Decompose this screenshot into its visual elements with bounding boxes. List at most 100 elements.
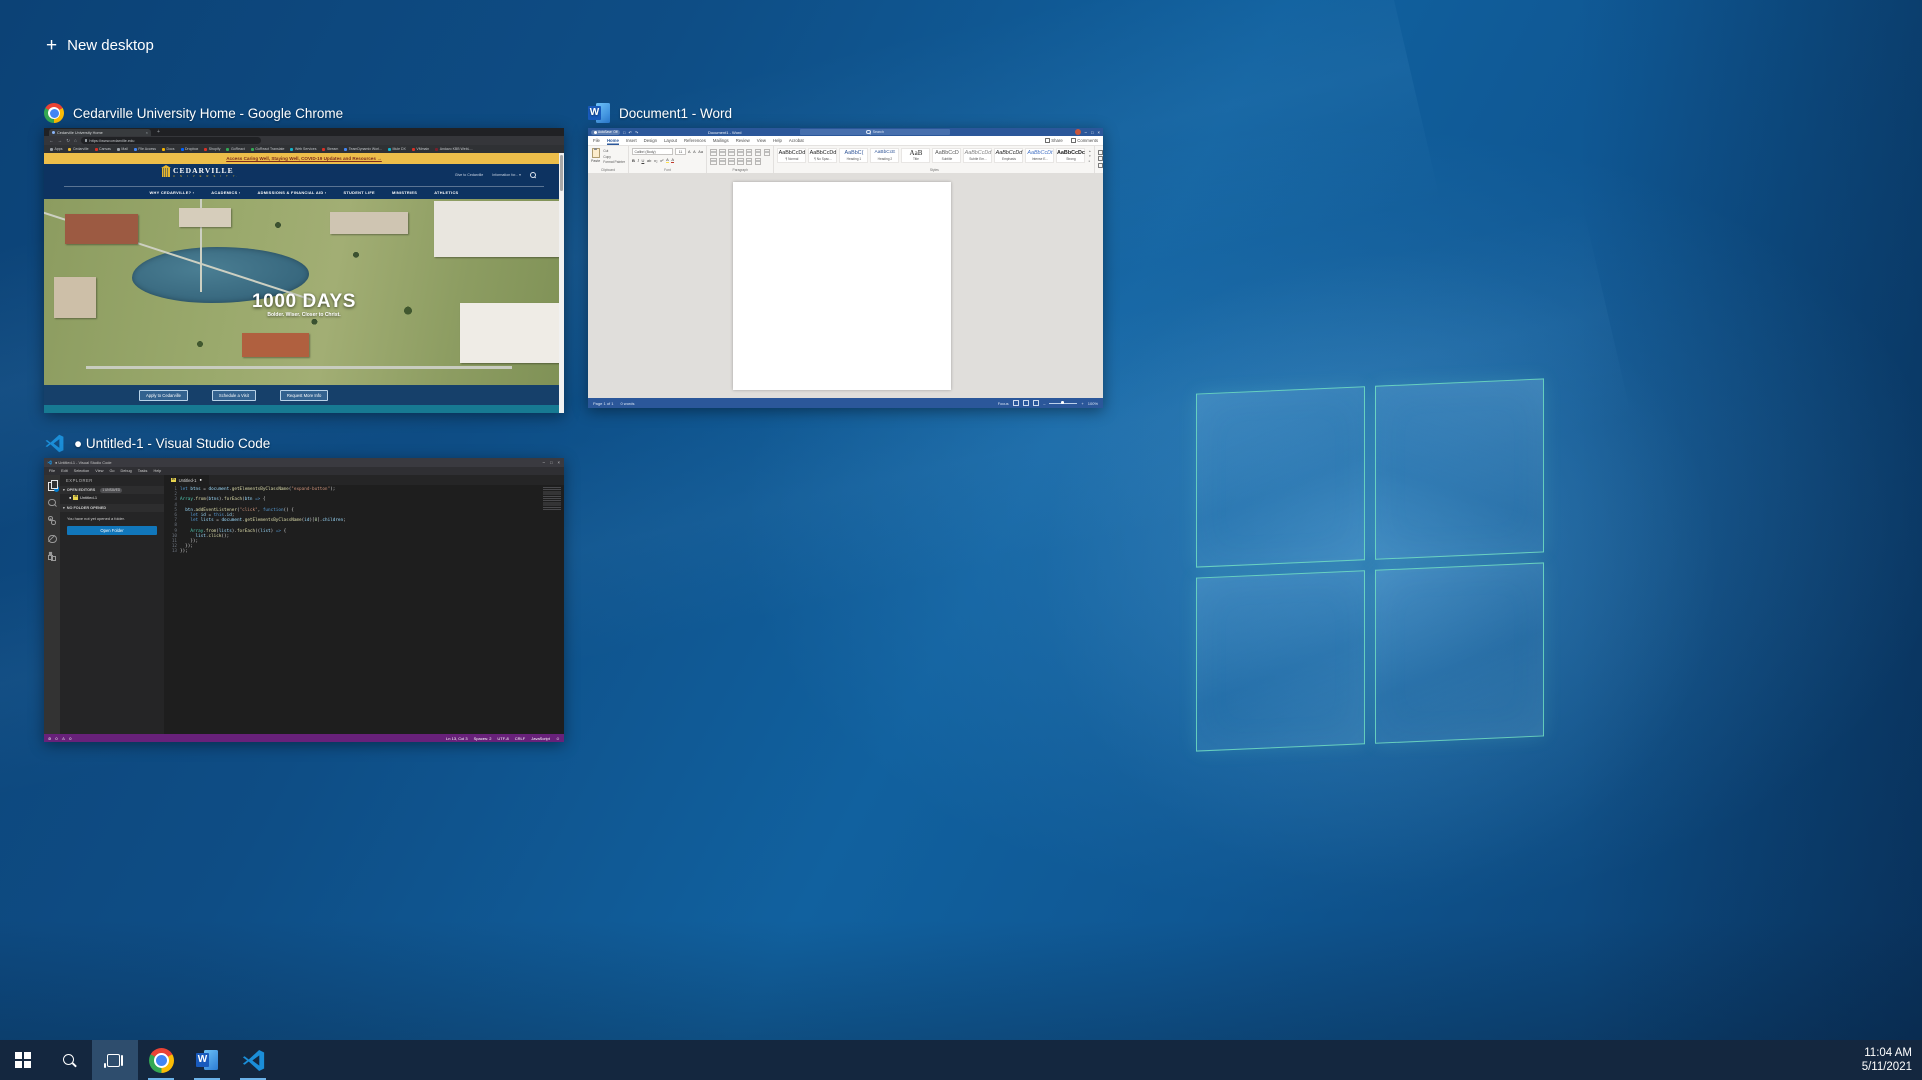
ribbon-tab-view: View — [757, 138, 766, 143]
bookmark-label: Shopify — [209, 147, 221, 151]
menu-item-tasks: Tasks — [138, 469, 148, 473]
style-label: ¶ No Spac... — [814, 157, 831, 161]
covid-banner: Access Caring Well, Staying Well, COVID-… — [44, 153, 564, 164]
status-item: Ln 13, Col 3 — [446, 736, 468, 741]
ribbon-group-editing: FindReplaceSelect Editing — [1095, 146, 1103, 173]
code-token: () { — [284, 508, 294, 513]
open-folder-button: Open Folder — [67, 526, 157, 535]
code-token: ); — [330, 487, 335, 492]
bookmark-favicon — [162, 148, 165, 151]
subscript-icon: x₂ — [654, 158, 658, 163]
bookmark-favicon — [344, 148, 347, 151]
document-area — [588, 173, 1103, 398]
campus-building — [65, 214, 138, 244]
bookmark-favicon — [290, 148, 293, 151]
bookmark-item: Docs — [162, 147, 174, 151]
start-button[interactable] — [0, 1040, 46, 1080]
bookmark-item: Canvas — [95, 147, 111, 151]
reload-icon: ↻ — [66, 138, 70, 144]
vscode-thumbnail[interactable]: ● Untitled-1 - Visual Studio Code – □ × … — [44, 458, 564, 742]
page-count: Page 1 of 1 — [593, 401, 613, 406]
change-case-icon: Aa — [698, 150, 703, 154]
share-button-icon — [1045, 138, 1050, 143]
bookmark-label: Docs — [167, 147, 175, 151]
document-title: Document1 - Word — [708, 130, 742, 135]
comments-button: Comments — [1071, 138, 1098, 143]
vscode-status-bar: ⊘ 0 ⚠ 0 Ln 13, Col 3Spaces: 2UTF-8CRLFJa… — [44, 734, 564, 742]
window-title-chrome[interactable]: Cedarville University Home - Google Chro… — [44, 102, 564, 124]
taskbar-vscode-button[interactable] — [230, 1040, 276, 1080]
javascript-file-icon: JS — [171, 478, 176, 483]
code-token: lists — [201, 518, 217, 523]
vscode-title-bar: ● Untitled-1 - Visual Studio Code – □ × — [44, 458, 564, 467]
taskbar-chrome-button[interactable] — [138, 1040, 184, 1080]
taskbar-clock[interactable]: 11:04 AM 5/11/2021 — [1862, 1046, 1922, 1075]
code-token: }); — [180, 549, 188, 554]
ribbon-tab-file: File — [593, 138, 600, 143]
menu-item-go: Go — [109, 469, 114, 473]
status-item: Spaces: 2 — [474, 736, 492, 741]
chrome-thumbnail[interactable]: Cedarville University Home × + ← → ↻ ⌂ h… — [44, 128, 564, 413]
menu-item-edit: Edit — [61, 469, 68, 473]
bookmark-item: Apps — [50, 147, 62, 151]
cta-button: Apply to Cedarville — [139, 390, 188, 401]
cedarville-logo: CEDARVILLE U N I V E R S I T Y. — [162, 167, 239, 178]
bookmark-item: GoReact Translate — [251, 147, 285, 151]
url-text: https://www.cedarville.edu — [89, 138, 134, 143]
window-group-vscode: ● Untitled-1 - Visual Studio Code ● Unti… — [44, 432, 564, 742]
campus-building — [242, 333, 310, 357]
new-tab-icon: + — [157, 129, 160, 136]
code-line: 13}); — [164, 549, 536, 554]
style-label: Heading 2 — [878, 157, 893, 161]
bookmark-favicon — [412, 148, 415, 151]
user-avatar — [1075, 129, 1081, 135]
style-gallery-item: AaBbCcEHeading 2 — [870, 148, 899, 163]
comments-button-label: Comments — [1077, 138, 1098, 143]
underline-icon: U — [641, 158, 644, 163]
tab-close-icon: × — [146, 130, 148, 135]
taskbar-search-button[interactable] — [46, 1040, 92, 1080]
style-sample: AaBbCcD — [935, 150, 959, 156]
site-nav-item: MINISTRIES — [392, 190, 417, 195]
bookmark-favicon — [251, 148, 254, 151]
code-token: btns — [208, 497, 218, 502]
window-title-word[interactable]: W Document1 - Word — [588, 102, 1103, 124]
bookmark-item: File Access — [134, 147, 156, 151]
bookmark-label: Cedarville — [73, 147, 89, 151]
style-gallery-item: AaBTitle — [901, 148, 930, 163]
activity-bar: 1 — [44, 475, 60, 734]
bookmark-item: Andavo KBB WebL... — [435, 147, 472, 151]
new-desktop-button[interactable]: + New desktop — [40, 36, 160, 55]
cta-button: Request More Info — [280, 390, 328, 401]
cedarville-building-icon — [162, 168, 170, 177]
back-icon: ← — [49, 138, 54, 143]
style-sample: AaB — [910, 150, 923, 156]
cedarville-logo-subtext: U N I V E R S I T Y. — [173, 176, 239, 179]
browser-toolbar: ← → ↻ ⌂ https://www.cedarville.edu — [44, 136, 564, 145]
covid-banner-link: Access Caring Well, Staying Well, COVID-… — [226, 156, 382, 161]
bookmark-item: Dropbox — [181, 147, 199, 151]
word-thumbnail[interactable]: AutoSave Off □ ↶ ↷ Document1 - Word Sear… — [588, 128, 1103, 408]
site-nav-item: STUDENT LIFE — [343, 190, 374, 195]
style-gallery-item: AaBbCcDdEmphasis — [994, 148, 1023, 163]
window-title-vscode[interactable]: ● Untitled-1 - Visual Studio Code — [44, 432, 564, 454]
task-view-button[interactable] — [92, 1040, 138, 1080]
sort-icon — [755, 149, 762, 156]
ribbon-group-styles: AaBbCcDd¶ NormalAaBbCcDd¶ No Spac...AaBb… — [774, 146, 1095, 173]
windows-logo-pane — [1196, 570, 1365, 751]
ribbon-tab-home: Home — [607, 136, 619, 145]
status-item: CRLF — [515, 736, 525, 741]
code-editor: 1let btns = document.getElementsByClassN… — [164, 487, 536, 555]
taskbar-word-button[interactable]: W — [184, 1040, 230, 1080]
bookmark-label: Dropbox — [185, 147, 198, 151]
errors-count: 0 — [55, 736, 57, 741]
code-token: btn — [245, 497, 253, 502]
style-label: Intense E... — [1032, 157, 1048, 161]
cta-button-bar: Apply to CedarvilleSchedule a VisitReque… — [44, 385, 564, 405]
gallery-more-icon: ≡ — [1088, 159, 1091, 163]
browser-tab-strip: Cedarville University Home × + — [44, 128, 564, 136]
redo-icon: ↷ — [635, 130, 638, 135]
site-nav-item: ATHLETICS — [434, 190, 458, 195]
superscript-icon: x² — [660, 158, 663, 163]
style-gallery-item: AaBbCcDtIntense E... — [1025, 148, 1054, 163]
